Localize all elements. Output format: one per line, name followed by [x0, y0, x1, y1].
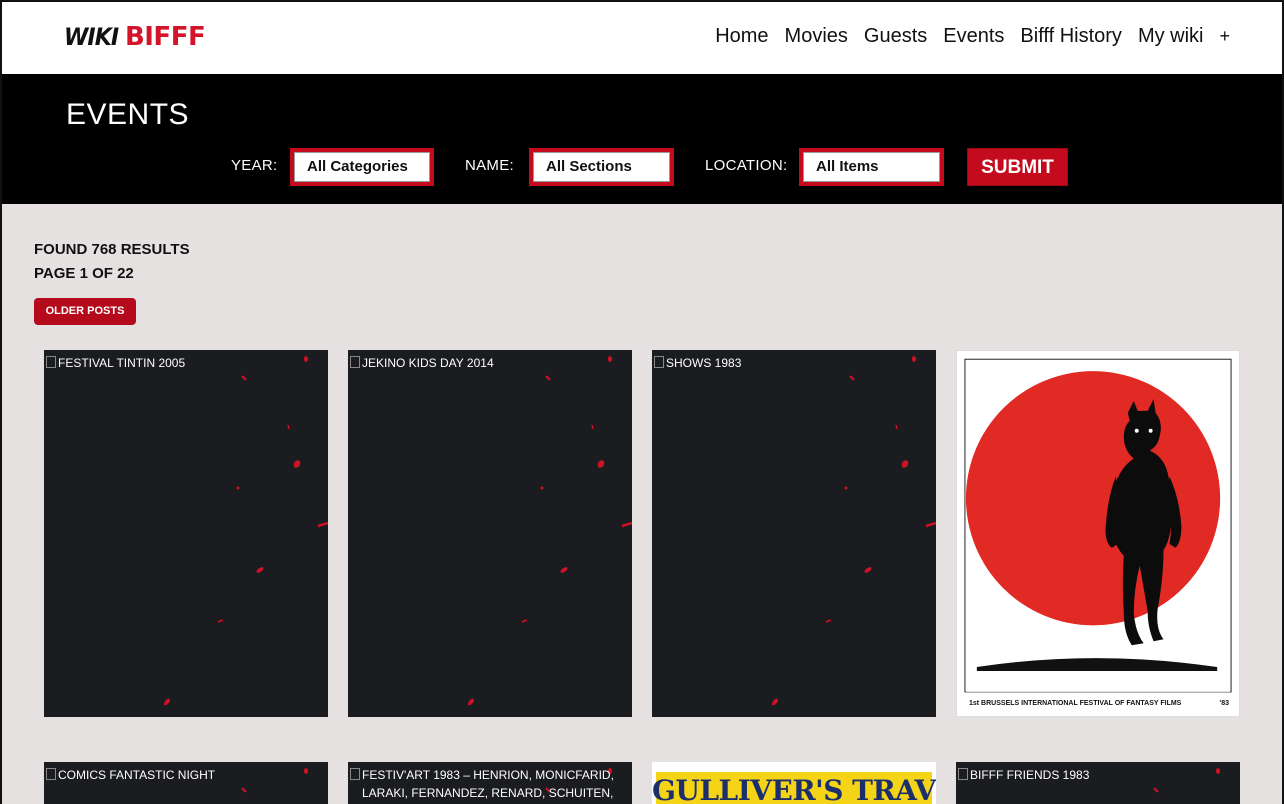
events-filter-band: EVENTS YEAR: All Categories NAME: All Se…	[2, 74, 1282, 204]
card-alt-text: COMICS FANTASTIC NIGHT	[46, 766, 231, 784]
page-indicator: PAGE 1 OF 22	[34, 265, 134, 282]
submit-button[interactable]: SUBMIT	[967, 148, 1068, 186]
name-label: NAME:	[465, 157, 515, 174]
older-posts-button[interactable]: OLDER POSTS	[34, 298, 136, 325]
top-header: WIKI BIFFF Home Movies Guests Events Bif…	[2, 2, 1282, 74]
card-alt-text: BIFFF FRIENDS 1983	[958, 766, 1105, 784]
event-card-festival-poster-1983[interactable]: 1st BRUSSELS INTERNATIONAL FESTIVAL OF F…	[956, 350, 1240, 717]
main-nav: Home Movies Guests Events Bifff History …	[699, 23, 1230, 49]
event-card-jekino-kids-day-2014[interactable]: JEKINO KIDS DAY 2014	[348, 350, 632, 717]
card-alt-text: FESTIV'ART 1983 – HENRION, MONICFARID, L…	[350, 766, 632, 804]
nav-bifff-history[interactable]: Bifff History	[1020, 23, 1122, 49]
broken-image-icon	[350, 768, 360, 780]
red-drops-pattern	[772, 356, 936, 706]
poster-caption: 1st BRUSSELS INTERNATIONAL FESTIVAL OF F…	[969, 700, 1229, 707]
card-alt-text: SHOWS 1983	[654, 354, 757, 372]
event-card-festival-tintin-2005[interactable]: FESTIVAL TINTIN 2005	[44, 350, 328, 717]
nav-guests[interactable]: Guests	[864, 23, 927, 49]
card-alt-text: FESTIVAL TINTIN 2005	[46, 354, 201, 372]
event-card-shows-1983[interactable]: SHOWS 1983	[652, 350, 936, 717]
event-card-comics-fantastic-night[interactable]: COMICS FANTASTIC NIGHT	[44, 762, 328, 804]
year-select[interactable]: All Categories	[290, 148, 434, 186]
name-select[interactable]: All Sections	[529, 148, 674, 186]
year-label: YEAR:	[231, 157, 278, 174]
broken-image-icon	[46, 356, 56, 368]
location-label: LOCATION:	[705, 157, 788, 174]
logo-wiki-text: WIKI	[64, 23, 119, 51]
nav-home[interactable]: Home	[715, 23, 768, 49]
broken-image-icon	[46, 768, 56, 780]
event-card-bifff-friends-1983[interactable]: BIFFF FRIENDS 1983	[956, 762, 1240, 804]
broken-image-icon	[350, 356, 360, 368]
logo-bifff-text: BIFFF	[124, 22, 206, 52]
red-drops-pattern	[468, 356, 632, 706]
nav-events[interactable]: Events	[943, 23, 1004, 49]
card-alt-text: JEKINO KIDS DAY 2014	[350, 354, 510, 372]
event-card-gullivers-travels[interactable]: GULLIVER'S TRAVELS	[652, 762, 936, 804]
expand-plus-icon[interactable]: +	[1219, 23, 1230, 49]
nav-my-wiki[interactable]: My wiki	[1138, 23, 1204, 49]
year-select-value: All Categories	[294, 152, 430, 182]
name-select-value: All Sections	[533, 152, 670, 182]
page: WIKI BIFFF Home Movies Guests Events Bif…	[2, 2, 1282, 804]
results-summary: FOUND 768 RESULTS PAGE 1 OF 22	[34, 238, 190, 286]
broken-image-icon	[958, 768, 968, 780]
festival-poster-image	[957, 351, 1239, 716]
gulliver-poster-title: GULLIVER'S TRAVELS	[652, 774, 936, 804]
broken-image-icon	[654, 356, 664, 368]
page-title: EVENTS	[66, 98, 190, 131]
location-select-value: All Items	[803, 152, 940, 182]
red-drops-pattern	[164, 356, 328, 706]
location-select[interactable]: All Items	[799, 148, 944, 186]
results-count: FOUND 768 RESULTS	[34, 241, 190, 258]
event-card-festivart-1983[interactable]: FESTIV'ART 1983 – HENRION, MONICFARID, L…	[348, 762, 632, 804]
nav-movies[interactable]: Movies	[785, 23, 848, 49]
site-logo[interactable]: WIKI BIFFF	[64, 22, 206, 52]
